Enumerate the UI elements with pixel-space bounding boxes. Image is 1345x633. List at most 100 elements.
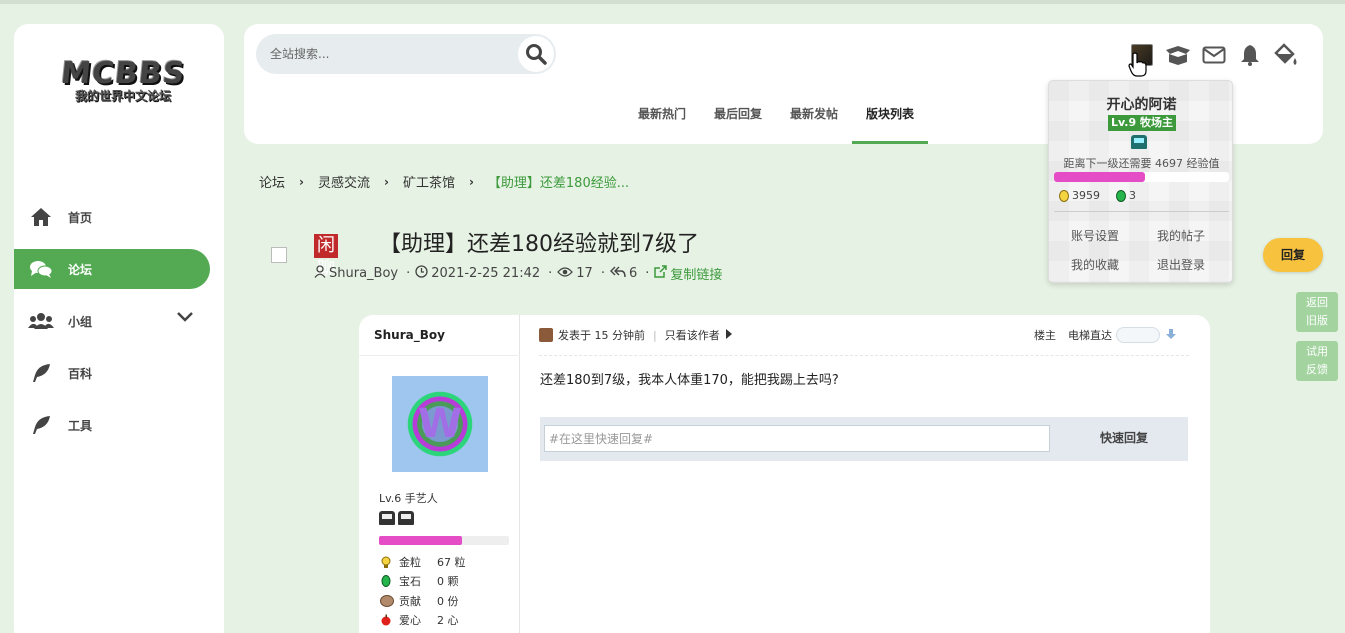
sidebar-item-label: 论坛 bbox=[68, 262, 93, 277]
breadcrumb-item[interactable]: 矿工茶馆 bbox=[403, 172, 455, 191]
search-input[interactable] bbox=[270, 44, 510, 64]
chevron-right-icon: › bbox=[299, 174, 304, 189]
avatar[interactable]: W bbox=[392, 376, 488, 472]
elevator-label: 电梯直达 bbox=[1068, 329, 1112, 342]
my-posts-link[interactable]: 我的帖子 bbox=[1157, 227, 1205, 244]
user-stats: 金粒 67 粒 宝石 0 颗 贡献 0 份 爱心 2 心 bbox=[380, 552, 466, 630]
top-border bbox=[0, 0, 1345, 4]
breadcrumb-current[interactable]: 【助理】还差180经验... bbox=[488, 172, 629, 191]
caret-right-icon bbox=[725, 328, 732, 342]
thread-title: 【助理】还差180经验就到7级了 bbox=[379, 232, 699, 257]
header-icons bbox=[1124, 42, 1304, 68]
search-button[interactable] bbox=[518, 36, 554, 72]
user-level: Lv.6 手艺人 bbox=[379, 492, 438, 505]
tab-forum-list[interactable]: 版块列表 bbox=[852, 94, 929, 144]
popup-level-badge: Lv.9 牧场主 bbox=[1108, 115, 1176, 131]
minecart-medal-icon bbox=[398, 511, 414, 525]
emerald-icon bbox=[380, 575, 394, 588]
breadcrumb-item[interactable]: 灵感交流 bbox=[318, 172, 370, 191]
cookie-icon bbox=[380, 594, 394, 607]
forum-icon-image bbox=[271, 247, 287, 263]
post-time: 发表于 15 分钟前 bbox=[558, 329, 645, 342]
user-popup: 开心的阿诺 Lv.9 牧场主 距离下一级还需要 4697 经验值 3959 3 … bbox=[1048, 80, 1233, 283]
bell-icon[interactable] bbox=[1232, 42, 1268, 68]
sidebar-item-wiki[interactable]: 百科 bbox=[14, 353, 210, 393]
arrow-down-icon[interactable] bbox=[1166, 328, 1176, 342]
breadcrumb: 论坛 › 灵感交流 › 矿工茶馆 › 【助理】还差180经验... bbox=[259, 172, 629, 192]
reply-button[interactable]: 回复 bbox=[1263, 238, 1323, 272]
feather-icon bbox=[28, 414, 54, 436]
site-logo[interactable]: MCBBS 我的世界中文论坛 bbox=[58, 56, 188, 106]
sidebar-item-tools[interactable]: 工具 bbox=[14, 405, 210, 445]
floor-label: 楼主 bbox=[1034, 329, 1056, 342]
gold-nugget-icon bbox=[1059, 189, 1069, 202]
thread-type-badge[interactable]: 闲聊 bbox=[314, 234, 338, 280]
chevron-down-icon[interactable] bbox=[176, 311, 194, 326]
quick-reply-box: 快速回复 bbox=[540, 417, 1188, 461]
popup-gem: 3 bbox=[1129, 189, 1136, 202]
mail-icon[interactable] bbox=[1196, 42, 1232, 68]
quick-reply-button[interactable]: 快速回复 bbox=[1068, 425, 1180, 452]
only-author-link[interactable]: 只看该作者 bbox=[665, 327, 720, 343]
sidebar-item-home[interactable]: 首页 bbox=[14, 197, 210, 237]
user-icon bbox=[314, 265, 326, 282]
chat-icon bbox=[28, 258, 54, 280]
tab-last-reply[interactable]: 最后回复 bbox=[700, 94, 776, 144]
search-icon bbox=[526, 44, 547, 65]
feedback-button[interactable]: 试用 反馈 bbox=[1296, 341, 1338, 381]
emerald-icon bbox=[1116, 189, 1126, 202]
author-face-icon bbox=[539, 328, 553, 342]
sidebar-item-label: 首页 bbox=[68, 210, 93, 225]
tab-hot[interactable]: 最新热门 bbox=[624, 94, 700, 144]
post-header: 发表于 15 分钟前 | 只看该作者 bbox=[539, 327, 732, 343]
external-link-icon bbox=[654, 265, 668, 282]
my-favorites-link[interactable]: 我的收藏 bbox=[1071, 256, 1119, 273]
stat-gold: 金粒 67 粒 bbox=[380, 552, 466, 572]
thread-views: 17 bbox=[576, 266, 593, 281]
stat-love: 爱心 2 心 bbox=[380, 611, 466, 631]
post-floor-controls: 楼主 电梯直达 bbox=[1034, 327, 1176, 343]
chevron-right-icon: › bbox=[468, 174, 474, 189]
quick-reply-input[interactable] bbox=[544, 425, 1050, 452]
stat-contribution: 贡献 0 份 bbox=[380, 591, 466, 611]
author-panel: Shura_Boy W Lv.6 手艺人 金粒 67 粒 宝石 0 颗 贡献 0… bbox=[359, 315, 520, 633]
thread-date: 2021-2-25 21:42 bbox=[431, 266, 541, 281]
sidebar-item-groups[interactable]: 小组 bbox=[14, 301, 210, 341]
popup-next-level: 距离下一级还需要 4697 经验值 bbox=[1063, 157, 1220, 170]
sidebar: MCBBS 我的世界中文论坛 首页 论坛 小组 百科 工具 bbox=[14, 24, 224, 633]
minecart-medal-icon bbox=[1131, 135, 1147, 149]
header-tabs: 最新热门 最后回复 最新发帖 版块列表 bbox=[624, 94, 929, 144]
gold-nugget-icon bbox=[380, 556, 394, 568]
sidebar-item-label: 工具 bbox=[68, 418, 93, 433]
sidebar-item-forum[interactable]: 论坛 bbox=[14, 249, 210, 289]
home-icon bbox=[28, 206, 54, 228]
post-card: Shura_Boy W Lv.6 手艺人 金粒 67 粒 宝石 0 颗 贡献 0… bbox=[359, 315, 1210, 633]
medal-list bbox=[379, 511, 414, 525]
thread-meta: Shura_Boy · 2021-2-25 21:42 · 17 · 6 · 复… bbox=[314, 264, 725, 283]
old-version-button[interactable]: 返回 旧版 bbox=[1296, 292, 1338, 332]
paint-bucket-icon[interactable] bbox=[1268, 42, 1304, 68]
post-content: 还差180到7级，我本人体重170，能把我踢上去吗? bbox=[540, 373, 839, 388]
popup-username[interactable]: 开心的阿诺 bbox=[1049, 94, 1234, 114]
sidebar-item-label: 百科 bbox=[68, 366, 93, 381]
box-icon[interactable] bbox=[1160, 42, 1196, 68]
popup-gold: 3959 bbox=[1072, 189, 1100, 202]
thread-author[interactable]: Shura_Boy bbox=[329, 266, 398, 281]
apple-icon bbox=[380, 614, 394, 626]
feather-icon bbox=[28, 362, 54, 384]
logout-link[interactable]: 退出登录 bbox=[1157, 256, 1205, 273]
thread-replies: 6 bbox=[628, 266, 638, 281]
elevator-input[interactable] bbox=[1116, 327, 1160, 343]
post-author-name[interactable]: Shura_Boy bbox=[374, 328, 445, 342]
popup-exp-bar bbox=[1054, 172, 1229, 182]
tab-new-posts[interactable]: 最新发帖 bbox=[776, 94, 852, 144]
copy-link[interactable]: 复制链接 bbox=[670, 264, 722, 283]
breadcrumb-item[interactable]: 论坛 bbox=[259, 172, 285, 191]
exp-progress-bar bbox=[379, 536, 509, 545]
minecart-medal-icon bbox=[379, 511, 395, 525]
reply-all-icon bbox=[609, 266, 626, 282]
hand-cursor-icon bbox=[1128, 52, 1147, 77]
clock-icon bbox=[415, 265, 428, 282]
search-bar bbox=[256, 34, 556, 74]
account-settings-link[interactable]: 账号设置 bbox=[1071, 227, 1119, 244]
